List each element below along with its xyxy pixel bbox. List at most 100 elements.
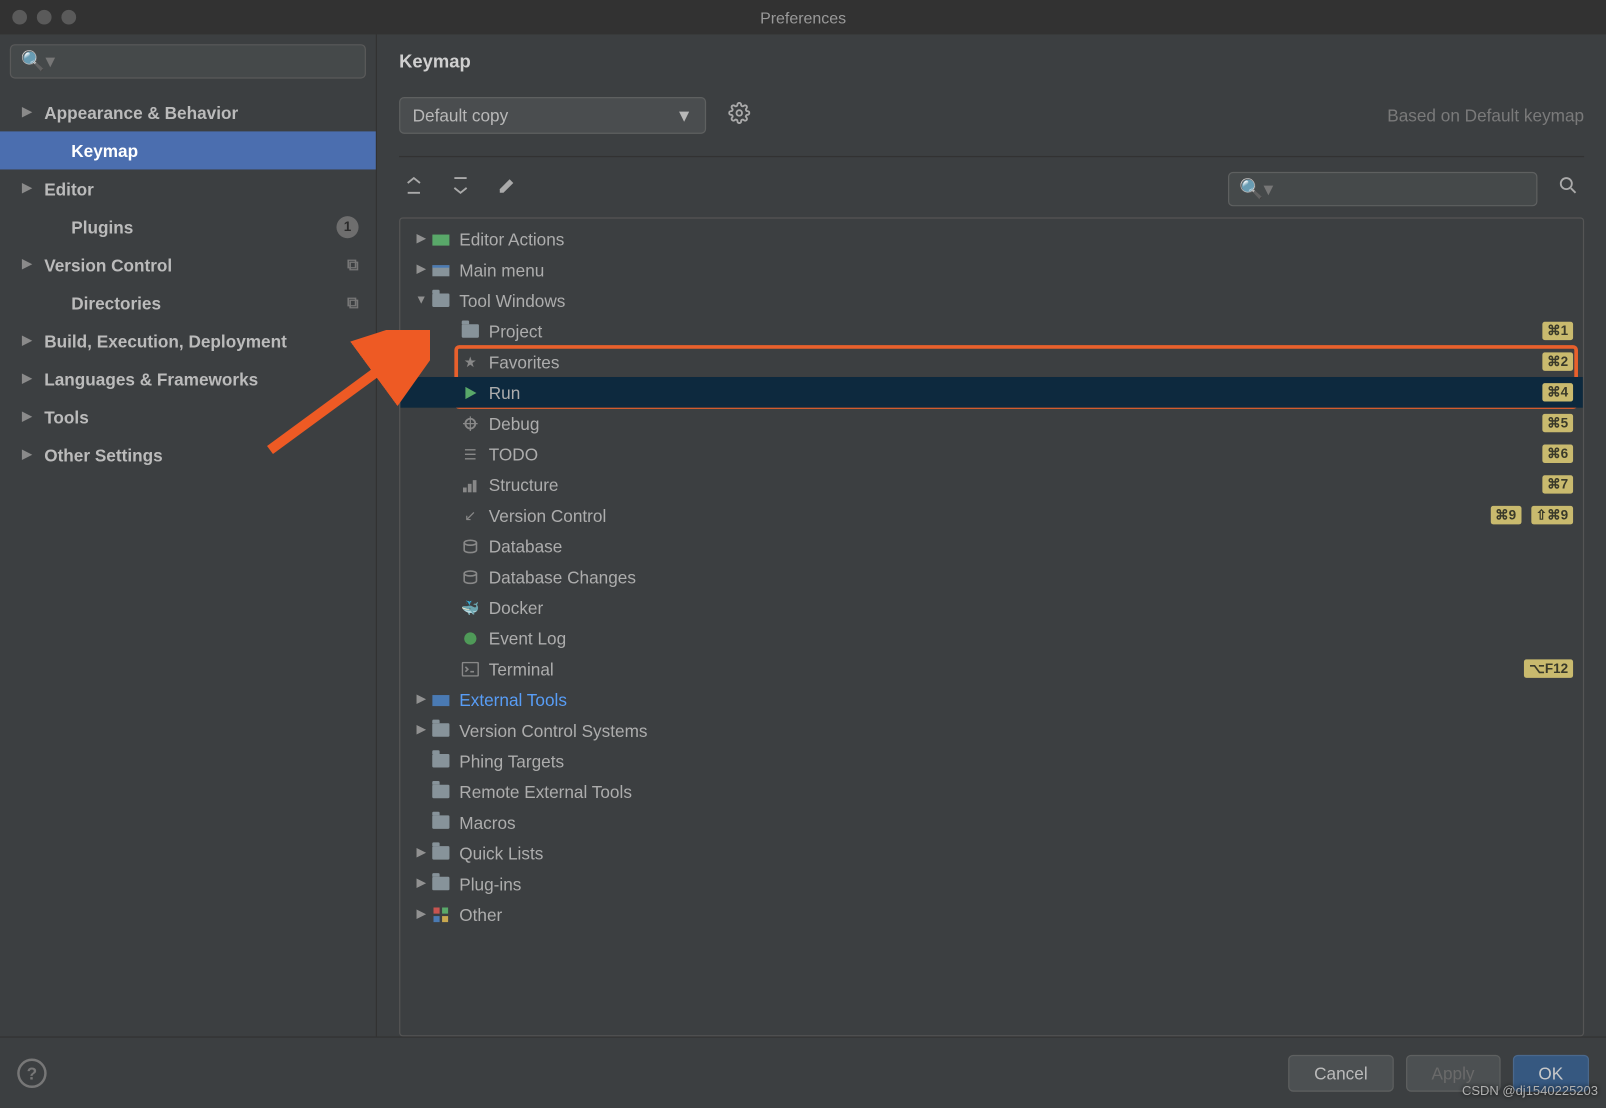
editor-actions-icon [430, 228, 452, 250]
chevron-right-icon: ▶ [22, 334, 37, 348]
tree-row-macros[interactable]: Macros [400, 807, 1583, 838]
sidebar-item-keymap[interactable]: Keymap [0, 131, 376, 169]
chevron-right-icon: ▶ [22, 410, 37, 424]
run-icon [459, 381, 481, 403]
sidebar-search-input[interactable]: 🔍▾ [10, 44, 366, 78]
tree-row-label: External Tools [459, 690, 567, 710]
tree-toolbar: 🔍▾ [399, 169, 1584, 207]
shortcut-group: ⌘2 [1542, 352, 1573, 370]
tree-row-label: Version Control Systems [459, 720, 647, 740]
chevron-right-icon: ▶ [413, 263, 430, 277]
tree-row-debug[interactable]: Debug⌘5 [400, 408, 1583, 439]
phing-icon [430, 750, 452, 772]
shortcut-badge: ⌘9 [1490, 506, 1521, 524]
tree-row-database[interactable]: Database [400, 530, 1583, 561]
divider [399, 156, 1584, 157]
chevron-right-icon: ▶ [22, 106, 37, 120]
tree-row-favorites[interactable]: ★ Favorites ⌘2 [400, 346, 1583, 377]
tree-row-run[interactable]: Run⌘4 [400, 377, 1583, 408]
tree-row-database-changes[interactable]: Database Changes [400, 561, 1583, 592]
sidebar-item-directories[interactable]: Directories⧉ [0, 284, 376, 322]
dbchanges-icon [459, 565, 481, 587]
minimize-icon[interactable] [37, 10, 52, 25]
sidebar-item-label: Plugins [71, 217, 133, 237]
sidebar-item-build-execution-deployment[interactable]: ▶Build, Execution, Deployment [0, 322, 376, 360]
sidebar-item-label: Tools [44, 407, 89, 427]
sidebar-item-label: Directories [71, 293, 161, 313]
sidebar-item-version-control[interactable]: ▶Version Control⧉ [0, 246, 376, 284]
tree-row-editor-actions[interactable]: ▶Editor Actions [400, 223, 1583, 254]
sidebar-item-tools[interactable]: ▶ Tools [0, 398, 376, 436]
shortcut-badge: ⌘7 [1542, 475, 1573, 493]
project-scope-icon: ⧉ [347, 255, 358, 275]
shortcut-group: ⌘6 [1542, 445, 1573, 463]
chevron-right-icon: ▶ [22, 258, 37, 272]
collapse-all-icon[interactable] [446, 171, 475, 207]
tree-row-label: Plug-ins [459, 874, 521, 894]
page-title: Keymap [399, 52, 471, 73]
tree-row-label: Editor Actions [459, 229, 564, 249]
tree-row-event-log[interactable]: Event Log [400, 623, 1583, 654]
terminal-icon [459, 658, 481, 680]
search-icon: 🔍▾ [21, 49, 55, 74]
expand-all-icon[interactable] [399, 171, 428, 207]
tree-row-quick-lists[interactable]: ▶Quick Lists [400, 837, 1583, 868]
tree-row-label: Tool Windows [459, 290, 565, 310]
tree-row-terminal[interactable]: Terminal ⌥F12 [400, 653, 1583, 684]
find-by-shortcut-icon[interactable] [1552, 169, 1584, 207]
tree-row-external-tools[interactable]: ▶External Tools [400, 684, 1583, 715]
tree-row-version-control[interactable]: ↙Version Control⌘9⇧⌘9 [400, 500, 1583, 531]
shortcut-badge: ⌘4 [1542, 383, 1573, 401]
close-icon[interactable] [12, 10, 27, 25]
window-title: Preferences [760, 8, 846, 26]
tree-row-tool-windows[interactable]: ▼ Tool Windows [400, 285, 1583, 316]
tree-row-main-menu[interactable]: ▶Main menu [400, 254, 1583, 285]
tree-row-label: Project [489, 321, 543, 341]
maximize-icon[interactable] [61, 10, 76, 25]
gear-icon[interactable] [728, 101, 750, 129]
main-panel: Keymap Default copy ▼ Based on Default k… [377, 34, 1606, 1036]
sidebar-item-label: Editor [44, 179, 94, 199]
star-icon: ★ [459, 351, 481, 373]
tree-row-project[interactable]: Project ⌘1 [400, 316, 1583, 347]
preferences-window: Preferences 🔍▾ ▶Appearance & BehaviorKey… [0, 0, 1606, 1108]
other-icon [430, 903, 452, 925]
chevron-down-icon: ▼ [676, 106, 693, 126]
sidebar-item-appearance-behavior[interactable]: ▶Appearance & Behavior [0, 93, 376, 131]
folder-icon [430, 719, 452, 741]
help-button[interactable]: ? [17, 1058, 46, 1087]
shortcut-badge: ⌘6 [1542, 445, 1573, 463]
sidebar-item-label: Other Settings [44, 445, 162, 465]
tree-row-label: Event Log [489, 628, 566, 648]
window-controls[interactable] [0, 10, 76, 25]
tree-row-structure[interactable]: Structure⌘7 [400, 469, 1583, 500]
shortcut-badge: ⌘1 [1542, 322, 1573, 340]
tree-row-version-control-systems[interactable]: ▶Version Control Systems [400, 715, 1583, 746]
chevron-down-icon: ▼ [413, 293, 430, 307]
tree-row-label: Favorites [489, 352, 560, 372]
tree-row-phing-targets[interactable]: Phing Targets [400, 745, 1583, 776]
chevron-right-icon: ▶ [22, 448, 37, 462]
tree-row-plug-ins[interactable]: ▶Plug-ins [400, 868, 1583, 899]
actions-tree[interactable]: ▶Editor Actions▶Main menu▼Tool WindowsPr… [399, 217, 1584, 1036]
todo-icon: ☰ [459, 443, 481, 465]
sidebar-item-languages-frameworks[interactable]: ▶Languages & Frameworks [0, 360, 376, 398]
sidebar-item-editor[interactable]: ▶Editor [0, 169, 376, 207]
keymap-scheme-select[interactable]: Default copy ▼ [399, 97, 706, 134]
tree-row-label: Debug [489, 413, 540, 433]
tree-row-label: Terminal [489, 659, 554, 679]
shortcut-badge: ⌘2 [1542, 352, 1573, 370]
tree-row-todo[interactable]: ☰TODO⌘6 [400, 438, 1583, 469]
sidebar-item-other-settings[interactable]: ▶ Other Settings [0, 436, 376, 474]
cancel-button[interactable]: Cancel [1288, 1054, 1393, 1091]
sidebar-item-plugins[interactable]: Plugins 1 [0, 208, 376, 246]
tree-row-docker[interactable]: 🐳Docker [400, 592, 1583, 623]
tree-row-label: Version Control [489, 505, 607, 525]
tree-row-other[interactable]: ▶Other [400, 899, 1583, 930]
update-badge: 1 [336, 216, 358, 238]
action-search-input[interactable]: 🔍▾ [1228, 171, 1537, 205]
shortcut-group: ⌥F12 [1524, 659, 1573, 677]
eventlog-icon [459, 627, 481, 649]
tree-row-remote-external-tools[interactable]: Remote External Tools [400, 776, 1583, 807]
edit-icon[interactable] [492, 171, 521, 207]
